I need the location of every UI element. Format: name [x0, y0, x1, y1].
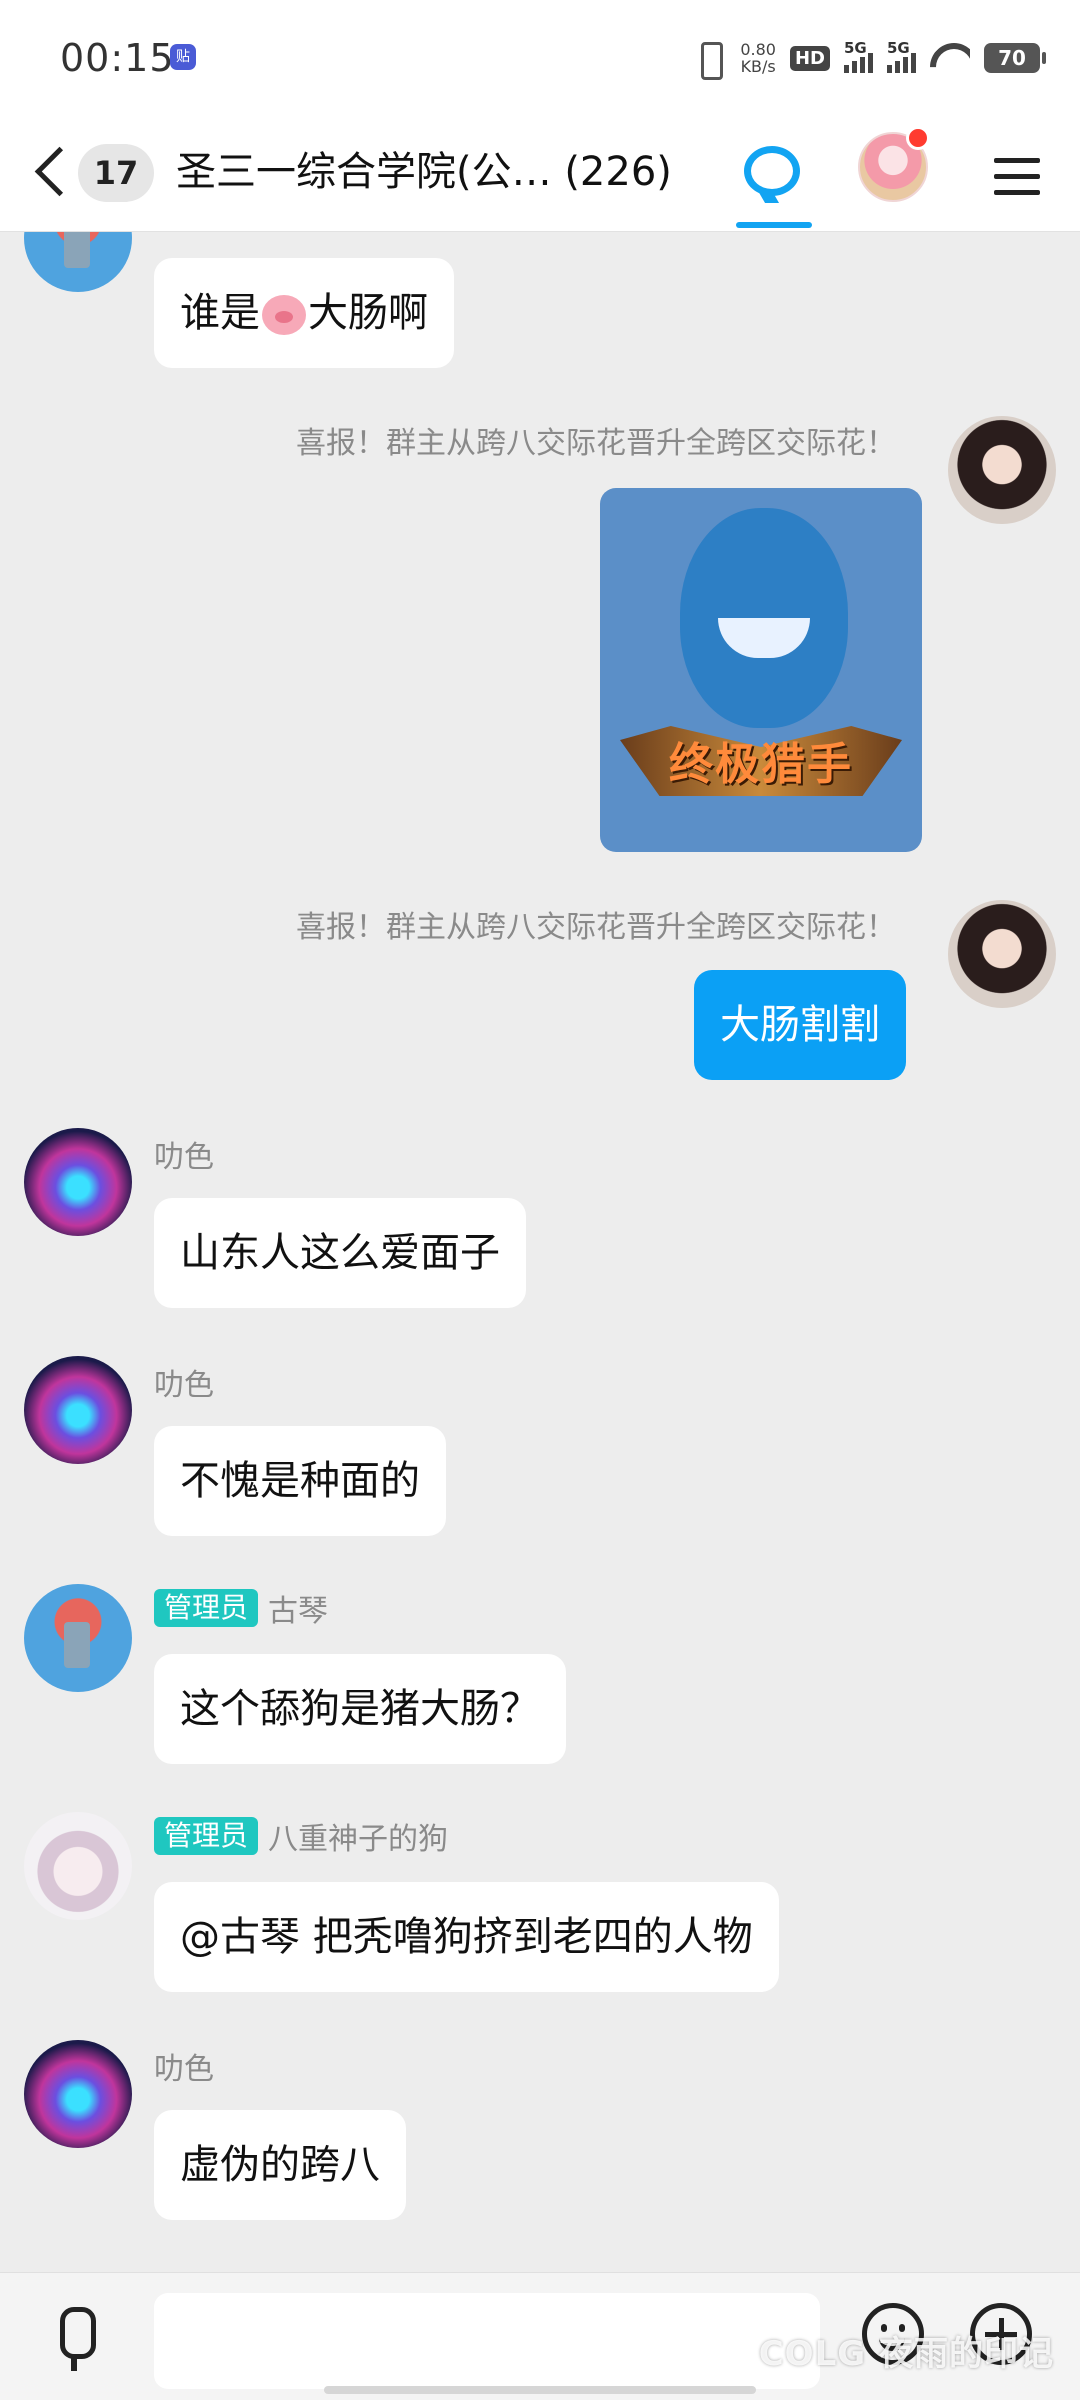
sender-name: 管理员 古琴 — [154, 1586, 328, 1630]
chat-bubble-icon — [744, 146, 800, 196]
sticker-image[interactable]: 终极猎手 — [600, 488, 922, 852]
message-bubble[interactable]: 这个舔狗是猪大肠？ — [154, 1654, 566, 1764]
admin-tag: 管理员 — [154, 1817, 259, 1855]
active-tab-indicator — [736, 222, 812, 228]
message-bubble[interactable]: 谁是 大肠啊 — [154, 258, 454, 368]
unread-count-badge[interactable]: 17 — [78, 144, 154, 202]
signal-icon-sim1: 5G — [844, 39, 873, 73]
message-input[interactable] — [154, 2293, 820, 2389]
avatar[interactable] — [948, 416, 1056, 524]
home-indicator[interactable] — [324, 2386, 756, 2394]
message-bubble[interactable]: 虚伪的跨八 — [154, 2110, 406, 2220]
notification-dot — [906, 126, 930, 150]
avatar[interactable] — [24, 232, 132, 292]
menu-icon[interactable] — [994, 158, 1040, 198]
avatar[interactable] — [24, 1812, 132, 1920]
meme-face — [680, 508, 848, 728]
avatar[interactable] — [24, 1128, 132, 1236]
back-arrow-icon[interactable] — [28, 142, 76, 202]
chat-tab[interactable] — [736, 128, 812, 232]
sender-title-banner: 喜报！群主从跨八交际花晋升全跨区交际花！ — [296, 426, 896, 461]
message-bubble[interactable]: @古琴 把秃噜狗挤到老四的人物 — [154, 1882, 779, 1992]
hd-icon: HD — [789, 45, 830, 71]
message-list[interactable]: 谁是 大肠啊 喜报！群主从跨八交际花晋升全跨区交际花！ 终极猎手 喜报！群主从跨八… — [0, 232, 1080, 2272]
meme-caption: 终极猎手 — [669, 739, 853, 790]
sender-name: 叻色 — [154, 1140, 214, 1175]
sender-name: 管理员 八重神子的狗 — [154, 1814, 448, 1858]
status-indicators: 0.80 KB/s HD 5G 5G 70 — [692, 36, 1046, 80]
network-speed: 0.80 KB/s — [740, 40, 776, 76]
status-time: 00:15 — [60, 36, 175, 80]
notification-app-icon: 贴 — [170, 44, 196, 70]
wifi-icon — [930, 43, 970, 73]
status-bar: 00:15 贴 0.80 KB/s HD 5G 5G 70 — [0, 0, 1080, 112]
signal-icon-sim2: 5G — [887, 39, 916, 73]
message-bubble[interactable]: 山东人这么爱面子 — [154, 1198, 526, 1308]
pig-emoji-icon — [262, 295, 306, 335]
message-bubble[interactable]: 不愧是种面的 — [154, 1426, 446, 1536]
chat-header: 17 圣三一综合学院(公… (226) — [0, 112, 1080, 232]
avatar[interactable] — [948, 900, 1056, 1008]
avatar[interactable] — [24, 1356, 132, 1464]
microphone-icon[interactable] — [46, 2307, 102, 2373]
message-bubble-self[interactable]: 大肠割割 — [694, 970, 906, 1080]
sender-name: 叻色 — [154, 2052, 214, 2087]
sender-name: 叻色 — [154, 1368, 214, 1403]
avatar[interactable] — [24, 1584, 132, 1692]
vibrate-icon — [692, 40, 726, 80]
admin-tag: 管理员 — [154, 1589, 259, 1627]
battery-icon: 70 — [984, 43, 1046, 73]
avatar[interactable] — [24, 2040, 132, 2148]
watermark: COLG 夜雨的印记 — [758, 2334, 1054, 2374]
sender-title-banner: 喜报！群主从跨八交际花晋升全跨区交际花！ — [296, 910, 896, 945]
group-title[interactable]: 圣三一综合学院(公… (226) — [176, 142, 672, 202]
